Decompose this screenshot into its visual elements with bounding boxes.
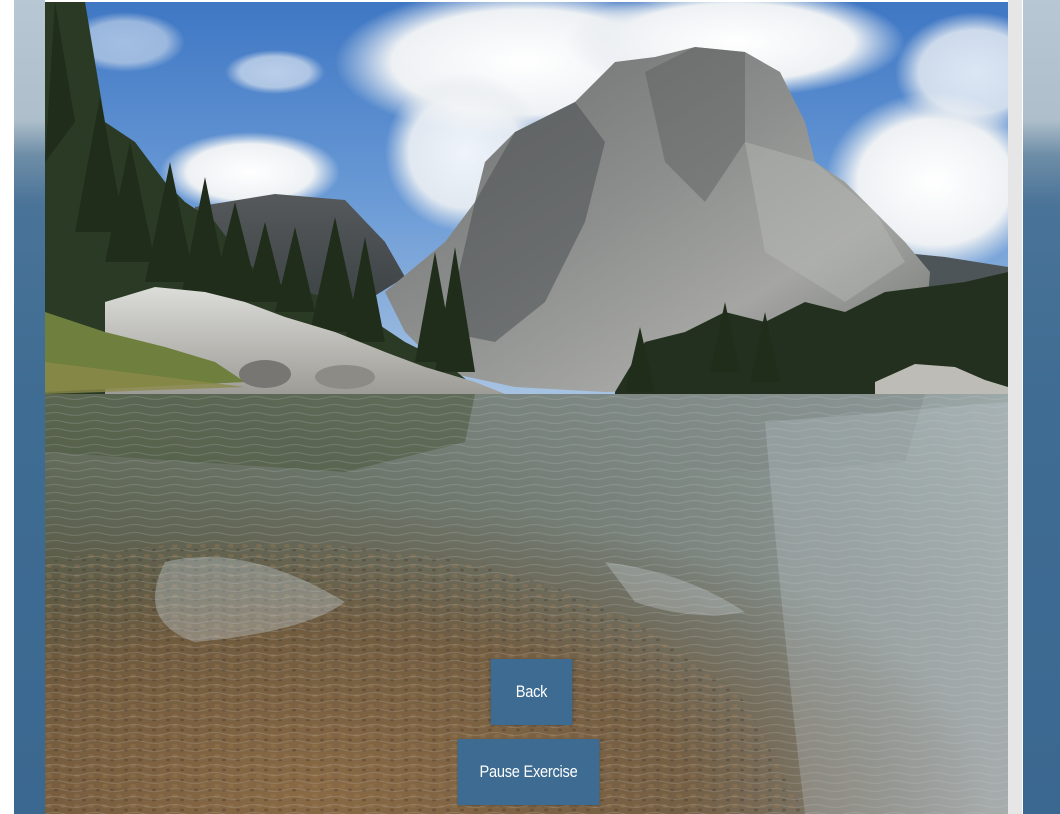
back-button[interactable]: Back bbox=[490, 659, 573, 725]
right-backdrop-strip bbox=[1023, 0, 1060, 814]
exercise-screen: Back Pause Exercise bbox=[0, 0, 1060, 814]
left-backdrop-strip bbox=[14, 0, 45, 814]
scrollbar[interactable] bbox=[1008, 0, 1022, 814]
pause-exercise-button[interactable]: Pause Exercise bbox=[457, 739, 600, 805]
